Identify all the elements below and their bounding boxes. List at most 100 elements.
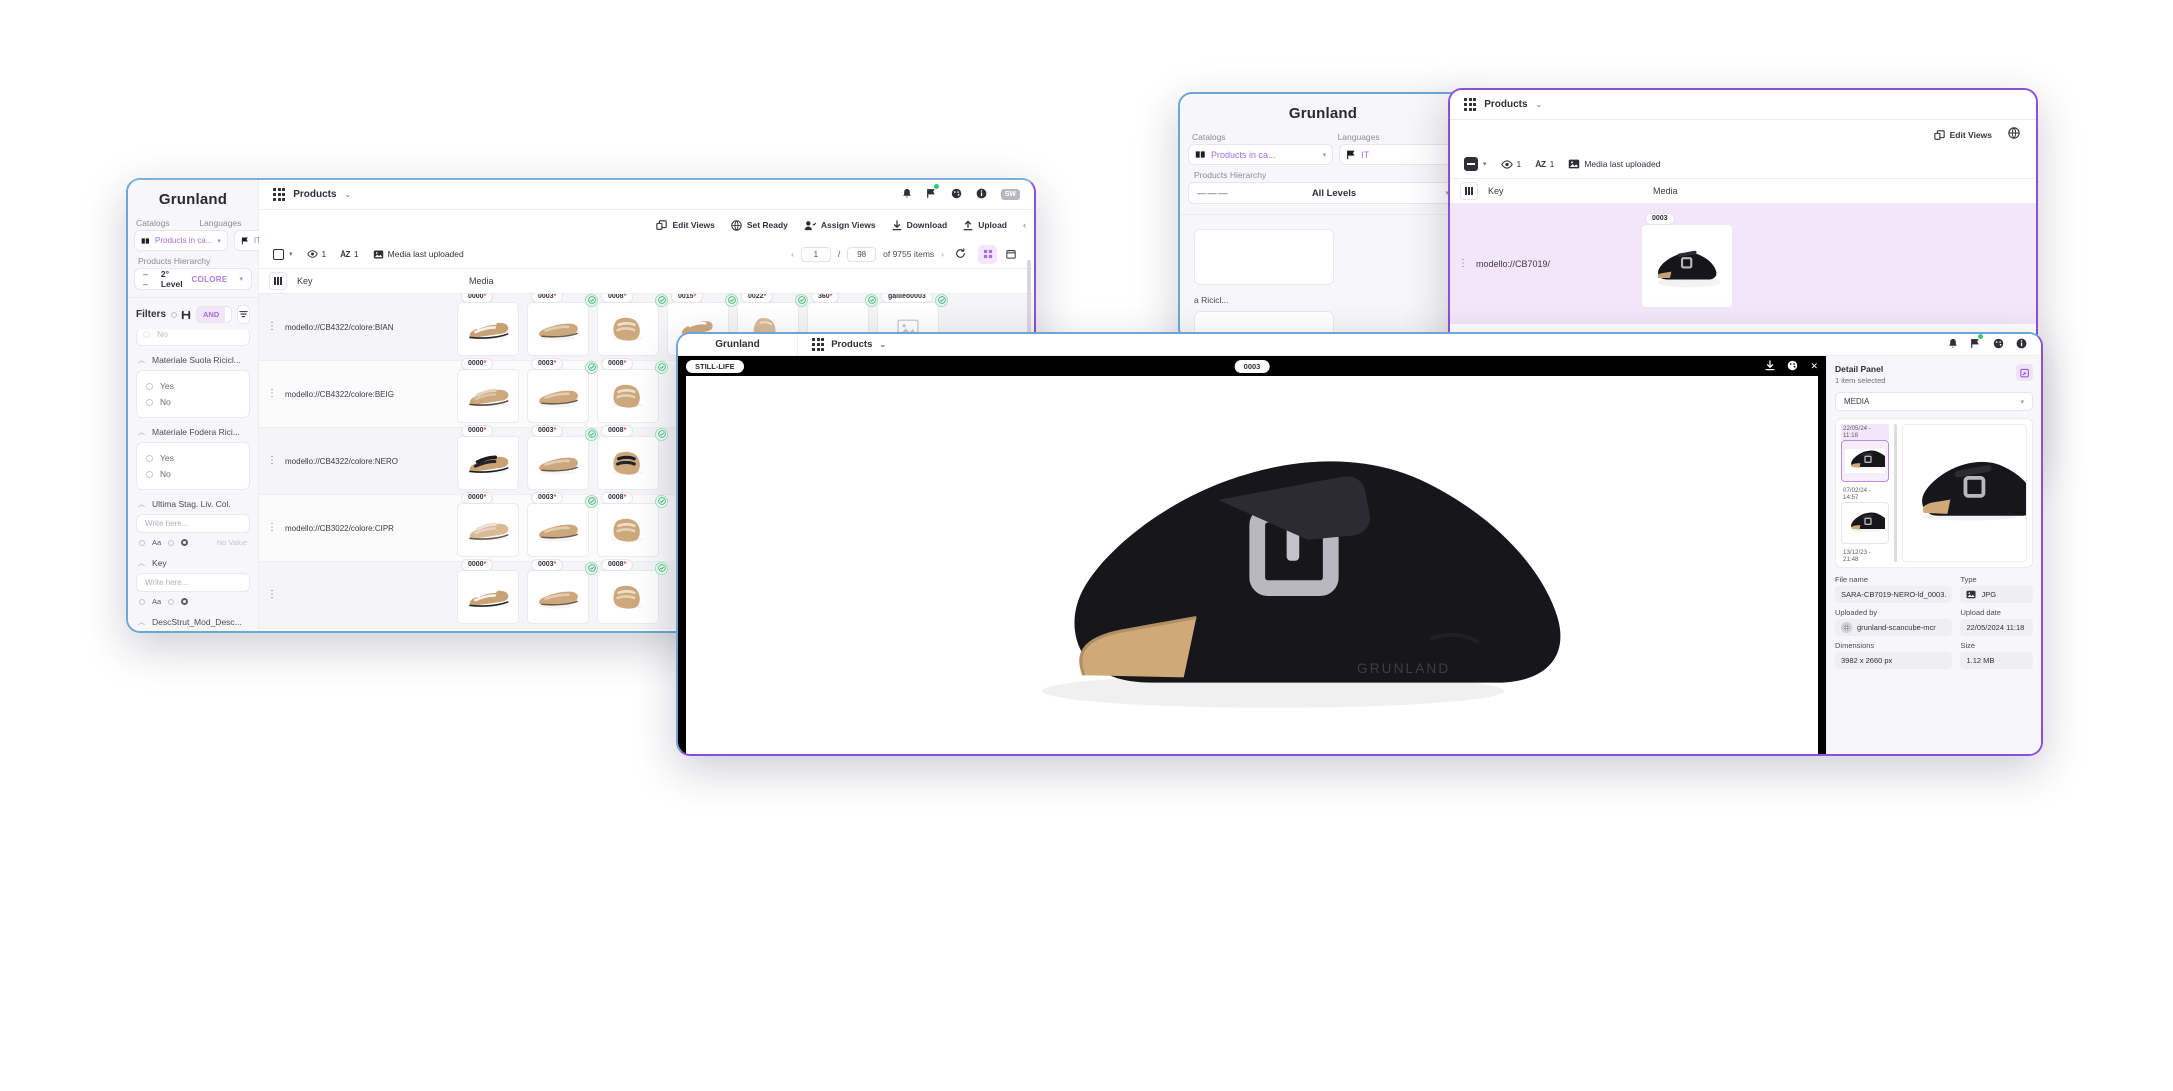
novalue-toggle[interactable] [181,598,189,605]
mid-language-select[interactable]: IT ▾ [1339,144,1458,165]
filter-section-header[interactable]: ︿ Key [136,549,250,573]
media-thumbnail[interactable]: 0008* [597,424,668,490]
detail-thumb[interactable]: 07/02/24 - 14:57 [1841,486,1889,544]
filter-text-input[interactable]: Write here... [136,573,250,592]
media-thumbnail[interactable]: 0003* [527,424,598,490]
filter-section-header[interactable]: ︿ DescStrut_Mod_Desc... [136,608,250,631]
media-thumbnail[interactable]: 0003 [1641,212,1733,308]
download-icon[interactable] [1765,359,1775,373]
expand-detail-button[interactable] [2016,364,2033,381]
edit-views-button[interactable]: Edit Views [656,219,715,231]
row-menu-icon[interactable]: ⋮ [259,523,285,532]
next-page-button[interactable]: › [941,249,944,259]
novalue-toggle[interactable] [181,539,189,546]
announcements-icon[interactable] [1970,334,1983,354]
upload-button[interactable]: Upload [963,220,1007,231]
save-icon[interactable] [181,310,191,320]
media-thumbnail[interactable]: 0000* [457,424,519,490]
close-icon[interactable]: ✕ [1810,361,1818,372]
apps-grid-icon[interactable] [812,338,825,351]
chevron-down-icon[interactable]: ⌄ [879,340,886,349]
row-menu-icon[interactable]: ⋮ [1450,259,1476,268]
refresh-icon[interactable] [955,247,966,261]
media-tile[interactable] [597,502,659,557]
and-option[interactable]: AND [197,307,226,322]
bell-icon[interactable] [1948,336,1958,354]
palette-icon[interactable] [1787,360,1798,373]
media-tile[interactable] [597,569,659,624]
set-ready-button[interactable]: Set Ready [731,219,788,231]
media-tile[interactable] [527,502,589,557]
palette-icon[interactable] [951,186,962,204]
globe-icon[interactable] [2008,126,2020,144]
row-menu-icon[interactable]: ⋮ [259,590,285,599]
info-icon[interactable] [2016,336,2027,354]
hierarchy-select[interactable]: – – 2° Level COLORE ▾ [134,268,252,290]
lightbox-image[interactable]: GRUNLAND [686,376,1818,754]
filter-section-header[interactable]: ︿ Ultima Stag. Liv. Col. [136,490,250,514]
palette-icon[interactable] [1993,336,2004,354]
filter-option[interactable]: Yes [146,450,240,466]
media-thumbnail[interactable]: 0008* [597,491,668,557]
announcements-icon[interactable] [926,183,939,204]
bell-icon[interactable] [902,186,912,204]
media-thumbnail[interactable]: 0008* [597,357,668,423]
grid-view-button[interactable] [978,244,997,264]
row-menu-icon[interactable]: ⋮ [259,322,285,331]
select-all-checkbox[interactable] [273,248,284,260]
filter-funnel-button[interactable] [236,305,250,324]
and-or-toggle[interactable]: AND OR [196,306,232,323]
row-menu-icon[interactable]: ⋮ [259,389,285,398]
media-tile[interactable] [527,569,589,624]
row-menu-icon[interactable]: ⋮ [259,456,285,465]
media-tile[interactable] [457,368,519,423]
filter-text-input[interactable]: Write here... [136,514,250,533]
edit-views-button[interactable]: Edit Views [1933,129,1992,141]
thumb-scrollbar[interactable] [1894,424,1897,562]
media-thumbnail[interactable]: 0003* [527,357,598,423]
media-thumbnail[interactable]: 0000* [457,357,519,423]
page-input[interactable]: 1 [800,246,831,262]
mid-catalog-select[interactable]: Products in ca... ▾ [1188,144,1334,165]
chevron-down-icon[interactable]: ⌄ [345,190,352,199]
exact-toggle[interactable] [168,539,175,546]
media-thumbnail[interactable]: 0003* [527,491,598,557]
filter-option[interactable]: No [146,466,240,482]
sort-field[interactable]: Media last uploaded [373,249,464,259]
media-thumbnail[interactable]: 0000* [457,294,519,356]
detail-thumb-strip[interactable]: 22/05/24 - 11:18 07/02/24 - 14:57 13/12/23… [1841,424,1889,562]
media-tile[interactable] [457,569,519,624]
detail-thumb[interactable]: 22/05/24 - 11:18 [1841,424,1889,482]
chevron-down-icon[interactable]: ⌄ [1536,100,1543,109]
media-tile[interactable] [597,301,659,356]
calendar-view-button[interactable] [1001,245,1020,264]
filter-toggle[interactable] [171,311,178,318]
media-tile[interactable] [597,435,659,490]
select-all-checkbox[interactable] [1464,157,1478,171]
media-tile[interactable] [527,301,589,356]
download-button[interactable]: Download [892,219,947,231]
viewer-module[interactable]: Products ⌄ [798,338,886,351]
case-toggle[interactable] [139,539,145,546]
detail-type-select[interactable]: MEDIA ▾ [1835,392,2033,411]
sort-field[interactable]: Media last uploaded [1568,159,1660,169]
or-option[interactable]: OR [225,307,231,322]
chevron-down-icon[interactable]: ▾ [1483,160,1487,168]
exact-toggle[interactable] [168,598,175,605]
viewer-window[interactable]: Grunland Products ⌄ STILL-LIFE 0003 ✕ GR… [676,332,2043,756]
chevron-down-icon[interactable]: ▾ [289,250,293,258]
assign-views-button[interactable]: Assign Views [804,220,876,231]
media-thumbnail[interactable]: 0000* [457,558,519,624]
filter-option[interactable]: No [146,394,240,410]
media-tile[interactable] [457,502,519,557]
media-tile[interactable] [457,435,519,490]
media-thumbnail[interactable]: 0008* [597,558,668,624]
apps-grid-icon[interactable] [273,188,286,201]
media-thumbnail[interactable]: 0003* [527,294,598,356]
media-thumbnail[interactable]: 0008* [597,294,668,356]
media-thumbnail[interactable]: 0000* [457,491,519,557]
info-icon[interactable] [976,186,987,204]
column-settings-button[interactable] [1460,182,1478,200]
table-row[interactable]: ⋮ modello://CB7019/ 0003 [1450,204,2036,324]
filter-section-header[interactable]: ︿ Materiale Suola Ricicl... [136,346,250,370]
